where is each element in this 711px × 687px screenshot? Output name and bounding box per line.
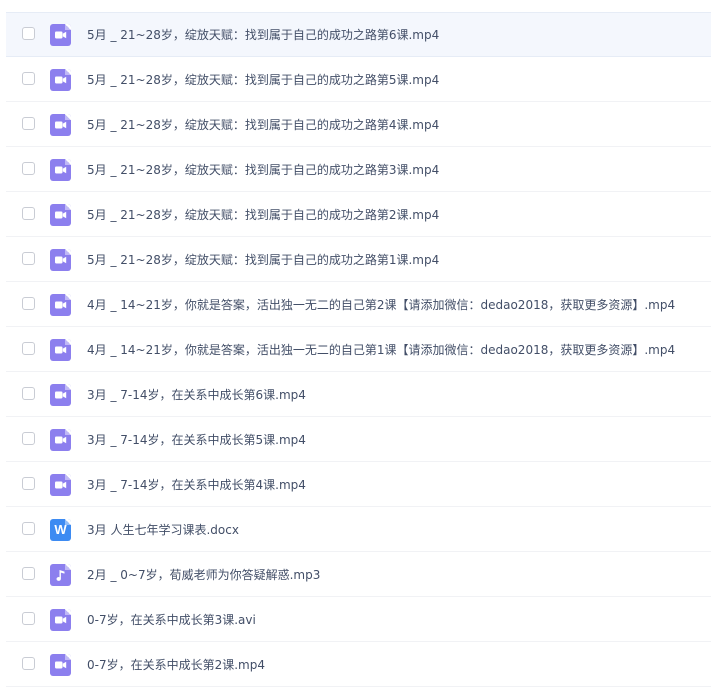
video-icon [50, 339, 71, 361]
row-checkbox[interactable] [22, 72, 35, 85]
video-icon [50, 654, 71, 676]
file-name-link[interactable]: 0-7岁，在关系中成长第2课.mp4 [87, 643, 265, 687]
file-name-link[interactable]: 3月 _ 7-14岁，在关系中成长第5课.mp4 [87, 418, 306, 462]
row-checkbox[interactable] [22, 522, 35, 535]
file-name-link[interactable]: 5月 _ 21~28岁，绽放天赋：找到属于自己的成功之路第3课.mp4 [87, 148, 439, 192]
video-icon [50, 204, 71, 226]
file-row[interactable]: 5月 _ 21~28岁，绽放天赋：找到属于自己的成功之路第5课.mp4 [6, 58, 711, 102]
file-row[interactable]: 0-7岁，在关系中成长第3课.avi [6, 598, 711, 642]
video-icon [50, 159, 71, 181]
video-icon [50, 429, 71, 451]
row-checkbox[interactable] [22, 117, 35, 130]
file-row[interactable]: 4月 _ 14~21岁，你就是答案，活出独一无二的自己第1课【请添加微信：ded… [6, 328, 711, 372]
file-name-link[interactable]: 5月 _ 21~28岁，绽放天赋：找到属于自己的成功之路第2课.mp4 [87, 193, 439, 237]
file-row[interactable]: 5月 _ 21~28岁，绽放天赋：找到属于自己的成功之路第3课.mp4 [6, 148, 711, 192]
video-icon [50, 384, 71, 406]
file-row[interactable]: 4月 _ 14~21岁，你就是答案，活出独一无二的自己第2课【请添加微信：ded… [6, 283, 711, 327]
file-list: 5月 _ 21~28岁，绽放天赋：找到属于自己的成功之路第6课.mp4 5月 _ … [0, 0, 711, 687]
row-checkbox[interactable] [22, 567, 35, 580]
file-row[interactable]: 5月 _ 21~28岁，绽放天赋：找到属于自己的成功之路第4课.mp4 [6, 103, 711, 147]
file-name-link[interactable]: 0-7岁，在关系中成长第3课.avi [87, 598, 256, 642]
video-icon [50, 249, 71, 271]
file-name-link[interactable]: 2月 _ 0~7岁，荀威老师为你答疑解惑.mp3 [87, 553, 320, 597]
file-name-link[interactable]: 5月 _ 21~28岁，绽放天赋：找到属于自己的成功之路第4课.mp4 [87, 103, 439, 147]
file-name-link[interactable]: 4月 _ 14~21岁，你就是答案，活出独一无二的自己第2课【请添加微信：ded… [87, 283, 675, 327]
row-checkbox[interactable] [22, 207, 35, 220]
row-checkbox[interactable] [22, 342, 35, 355]
row-checkbox[interactable] [22, 27, 35, 40]
file-name-link[interactable]: 5月 _ 21~28岁，绽放天赋：找到属于自己的成功之路第6课.mp4 [87, 13, 439, 57]
file-name-link[interactable]: 5月 _ 21~28岁，绽放天赋：找到属于自己的成功之路第5课.mp4 [87, 58, 439, 102]
file-name-link[interactable]: 3月 人生七年学习课表.docx [87, 508, 239, 552]
file-row[interactable]: 3月 _ 7-14岁，在关系中成长第5课.mp4 [6, 418, 711, 462]
file-row[interactable]: 5月 _ 21~28岁，绽放天赋：找到属于自己的成功之路第6课.mp4 [6, 13, 711, 57]
video-icon [50, 294, 71, 316]
file-name-link[interactable]: 5月 _ 21~28岁，绽放天赋：找到属于自己的成功之路第1课.mp4 [87, 238, 439, 282]
video-icon [50, 474, 71, 496]
file-row[interactable]: 2月 _ 0~7岁，荀威老师为你答疑解惑.mp3 [6, 553, 711, 597]
file-row[interactable]: 3月 _ 7-14岁，在关系中成长第6课.mp4 [6, 373, 711, 417]
row-checkbox[interactable] [22, 477, 35, 490]
file-row[interactable]: 0-7岁，在关系中成长第2课.mp4 [6, 643, 711, 687]
video-icon [50, 24, 71, 46]
row-checkbox[interactable] [22, 657, 35, 670]
file-row[interactable]: W 3月 人生七年学习课表.docx [6, 508, 711, 552]
video-icon [50, 114, 71, 136]
row-checkbox[interactable] [22, 612, 35, 625]
video-icon [50, 609, 71, 631]
row-checkbox[interactable] [22, 162, 35, 175]
word-doc-icon: W [50, 519, 71, 541]
music-note-icon [50, 564, 71, 586]
file-row[interactable]: 5月 _ 21~28岁，绽放天赋：找到属于自己的成功之路第1课.mp4 [6, 238, 711, 282]
file-name-link[interactable]: 4月 _ 14~21岁，你就是答案，活出独一无二的自己第1课【请添加微信：ded… [87, 328, 675, 372]
row-checkbox[interactable] [22, 297, 35, 310]
video-icon [50, 69, 71, 91]
file-row[interactable]: 3月 _ 7-14岁，在关系中成长第4课.mp4 [6, 463, 711, 507]
row-checkbox[interactable] [22, 252, 35, 265]
row-checkbox[interactable] [22, 432, 35, 445]
file-name-link[interactable]: 3月 _ 7-14岁，在关系中成长第4课.mp4 [87, 463, 306, 507]
file-row[interactable]: 5月 _ 21~28岁，绽放天赋：找到属于自己的成功之路第2课.mp4 [6, 193, 711, 237]
row-checkbox[interactable] [22, 387, 35, 400]
doc-letter: W [54, 522, 67, 537]
file-name-link[interactable]: 3月 _ 7-14岁，在关系中成长第6课.mp4 [87, 373, 306, 417]
